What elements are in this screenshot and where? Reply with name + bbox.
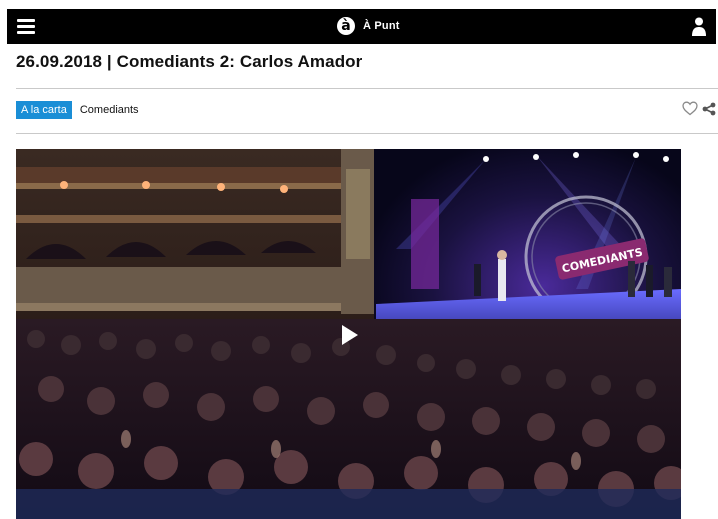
tag-comediants[interactable]: Comediants xyxy=(80,104,139,116)
tag-a-la-carta[interactable]: A la carta xyxy=(16,101,72,119)
page-title: 26.09.2018 | Comediants 2: Carlos Amador xyxy=(16,52,363,71)
heart-outline-icon[interactable] xyxy=(682,101,698,116)
user-icon[interactable] xyxy=(692,17,706,36)
tag-bar: A la carta Comediants xyxy=(16,101,139,119)
divider-top xyxy=(16,88,718,89)
share-icon[interactable] xyxy=(702,102,716,116)
actions xyxy=(682,101,716,116)
play-icon[interactable] xyxy=(340,323,360,347)
brand-name: À Punt xyxy=(363,20,400,32)
hamburger-menu-icon[interactable] xyxy=(17,19,35,34)
brand[interactable]: à À Punt xyxy=(337,16,400,36)
divider-bottom xyxy=(16,133,718,134)
top-bar: à À Punt xyxy=(7,9,716,44)
video-player[interactable]: COMEDIANTS xyxy=(16,149,681,519)
brand-logo-icon: à xyxy=(337,17,355,35)
